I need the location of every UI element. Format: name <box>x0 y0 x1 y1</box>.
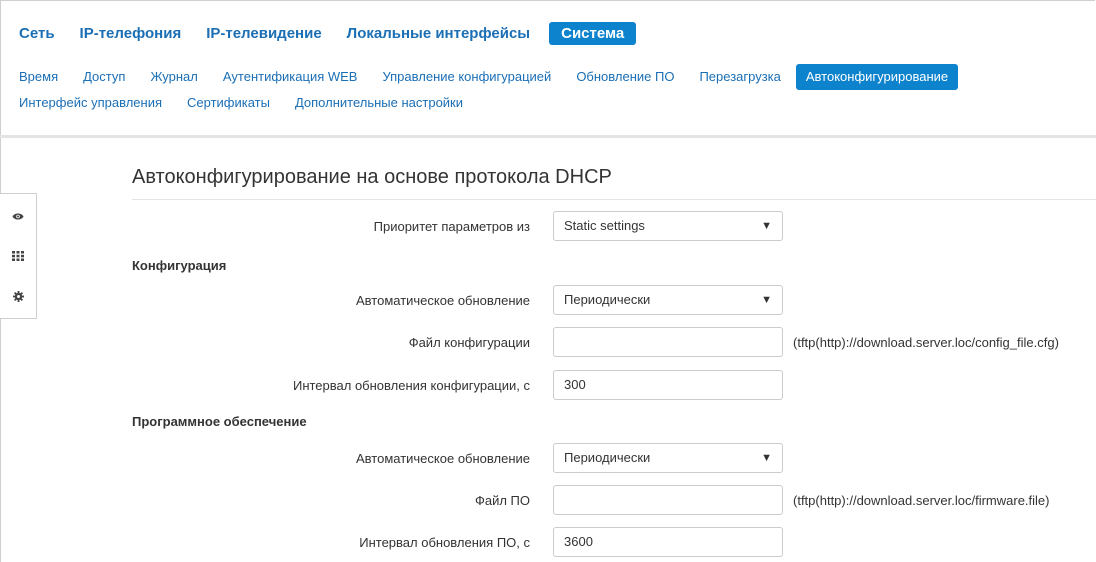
config-auto-update-label: Автоматическое обновление <box>355 293 530 308</box>
eye-icon[interactable] <box>0 196 36 236</box>
firmware-section-heading: Программное обеспечение <box>132 414 307 429</box>
nav-divider <box>0 135 1096 138</box>
priority-select-value: Static settings <box>564 218 645 233</box>
subnav-item-log[interactable]: Журнал <box>150 64 197 90</box>
nav-item-network[interactable]: Сеть <box>19 25 55 42</box>
fw-file-label: Файл ПО <box>474 493 530 508</box>
fw-auto-update-label: Автоматическое обновление <box>355 451 530 466</box>
grid-icon[interactable] <box>0 236 36 276</box>
subnav-item-additional-settings[interactable]: Дополнительные настройки <box>295 90 463 116</box>
subnav-item-reboot[interactable]: Перезагрузка <box>699 64 780 90</box>
nav-item-system[interactable]: Система <box>549 21 637 45</box>
side-toolbar <box>0 193 37 319</box>
priority-select[interactable]: Static settings ▼ <box>553 211 783 241</box>
dropdown-arrow-icon: ▼ <box>761 452 772 464</box>
nav-item-ip-tv[interactable]: IP-телевидение <box>206 25 321 42</box>
fw-interval-label: Интервал обновления ПО, с <box>359 535 530 550</box>
page-title: Автоконфигурирование на основе протокола… <box>132 166 612 188</box>
fw-auto-update-value: Периодически <box>564 450 651 465</box>
fw-file-hint: (tftp(http)://download.server.loc/firmwa… <box>793 493 1050 508</box>
fw-file-input[interactable] <box>553 485 783 515</box>
nav-item-local-interfaces[interactable]: Локальные интерфейсы <box>347 25 530 42</box>
config-file-hint: (tftp(http)://download.server.loc/config… <box>793 335 1059 350</box>
config-section-heading: Конфигурация <box>132 258 227 273</box>
primary-nav: Сеть IP-телефония IP-телевидение Локальн… <box>19 20 661 46</box>
priority-label: Приоритет параметров из <box>373 219 530 234</box>
config-interval-label: Интервал обновления конфигурации, с <box>292 378 530 393</box>
subnav-item-access[interactable]: Доступ <box>83 64 125 90</box>
config-file-label: Файл конфигурации <box>408 335 530 350</box>
config-auto-update-value: Периодически <box>564 292 651 307</box>
nav-item-ip-telephony[interactable]: IP-телефония <box>80 25 182 42</box>
config-file-input[interactable] <box>553 327 783 357</box>
config-interval-input[interactable]: 300 <box>553 370 783 400</box>
gear-icon[interactable] <box>0 276 36 316</box>
dropdown-arrow-icon: ▼ <box>761 294 772 306</box>
subnav-item-time[interactable]: Время <box>19 64 58 90</box>
subnav-item-config-management[interactable]: Управление конфигурацией <box>382 64 551 90</box>
subnav-item-autoconfig[interactable]: Автоконфигурирование <box>795 64 959 90</box>
secondary-nav: Время Доступ Журнал Аутентификация WEB У… <box>19 64 1086 116</box>
dropdown-arrow-icon: ▼ <box>761 220 772 232</box>
subnav-item-certificates[interactable]: Сертификаты <box>187 90 270 116</box>
subnav-item-firmware-update[interactable]: Обновление ПО <box>576 64 674 90</box>
config-auto-update-select[interactable]: Периодически ▼ <box>553 285 783 315</box>
subnav-item-web-auth[interactable]: Аутентификация WEB <box>223 64 358 90</box>
title-underline <box>132 199 1096 200</box>
fw-interval-input[interactable]: 3600 <box>553 527 783 557</box>
subnav-item-management-interface[interactable]: Интерфейс управления <box>19 90 162 116</box>
fw-auto-update-select[interactable]: Периодически ▼ <box>553 443 783 473</box>
